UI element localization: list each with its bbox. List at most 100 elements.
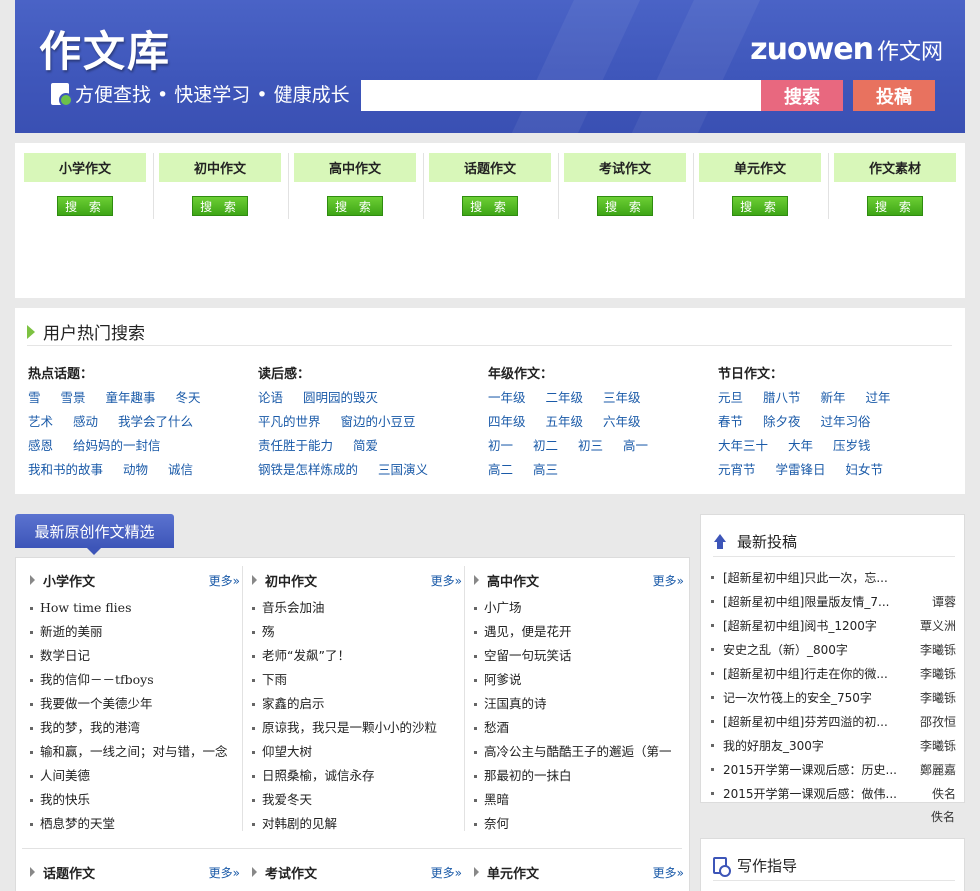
essay-link[interactable]: 输和赢，一线之间；对与错，一念 bbox=[30, 740, 240, 764]
hot-link[interactable]: 一年级 bbox=[488, 387, 526, 405]
hot-link[interactable]: 高三 bbox=[533, 459, 558, 477]
more-link[interactable]: 更多» bbox=[209, 572, 240, 589]
hot-link[interactable]: 二年级 bbox=[546, 387, 584, 405]
more-link[interactable]: 更多» bbox=[431, 572, 462, 589]
hot-link[interactable]: 窗边的小豆豆 bbox=[341, 411, 416, 429]
category-title[interactable]: 话题作文 bbox=[429, 153, 551, 182]
essay-link[interactable]: 我要做一个美德少年 bbox=[30, 692, 240, 716]
hot-link[interactable]: 责任胜于能力 bbox=[258, 435, 333, 453]
essay-link[interactable]: 那最初的一抹白 bbox=[474, 764, 684, 788]
more-link[interactable]: 更多» bbox=[653, 572, 684, 589]
category-search-button[interactable]: 搜 索 bbox=[327, 196, 383, 216]
submission-link[interactable]: [超新星初中组]行走在你的微... bbox=[723, 665, 903, 682]
submission-link[interactable]: 我的好朋友_300字 bbox=[723, 737, 903, 754]
hot-link[interactable]: 给妈妈的一封信 bbox=[73, 435, 161, 453]
hot-link[interactable]: 妇女节 bbox=[846, 459, 884, 477]
hot-link[interactable]: 论语 bbox=[258, 387, 283, 405]
submission-link[interactable]: [超新星初中组]阅书_1200字 bbox=[723, 617, 903, 634]
essay-link[interactable]: 小广场 bbox=[474, 596, 684, 620]
hot-link[interactable]: 压岁钱 bbox=[833, 435, 871, 453]
latest-essays-tab[interactable]: 最新原创作文精选 bbox=[15, 514, 174, 555]
hot-link[interactable]: 初三 bbox=[578, 435, 603, 453]
essay-link[interactable]: 原谅我，我只是一颗小小的沙粒 bbox=[252, 716, 462, 740]
hot-link[interactable]: 大年三十 bbox=[718, 435, 768, 453]
category-search-button[interactable]: 搜 索 bbox=[462, 196, 518, 216]
hot-link[interactable]: 高一 bbox=[623, 435, 648, 453]
essay-link[interactable]: 下雨 bbox=[252, 668, 462, 692]
hot-link[interactable]: 钢铁是怎样炼成的 bbox=[258, 459, 358, 477]
essay-link[interactable]: 仰望大树 bbox=[252, 740, 462, 764]
essay-link[interactable]: 老师“发飙”了！ bbox=[252, 644, 462, 668]
hot-link[interactable]: 圆明园的毁灭 bbox=[303, 387, 378, 405]
submission-link[interactable]: 2015开学第一课观后感：做伟... bbox=[723, 785, 903, 802]
category-search-button[interactable]: 搜 索 bbox=[57, 196, 113, 216]
essay-link[interactable]: 奈何 bbox=[474, 812, 684, 836]
hot-link[interactable]: 六年级 bbox=[603, 411, 641, 429]
essay-link[interactable]: 新逝的美丽 bbox=[30, 620, 240, 644]
essay-link[interactable]: 空留一句玩笑话 bbox=[474, 644, 684, 668]
essay-link[interactable]: 我的梦，我的港湾 bbox=[30, 716, 240, 740]
hot-link[interactable]: 高二 bbox=[488, 459, 513, 477]
hot-link[interactable]: 三国演义 bbox=[378, 459, 428, 477]
hot-link[interactable]: 初二 bbox=[533, 435, 558, 453]
hot-link[interactable]: 感动 bbox=[73, 411, 98, 429]
hot-link[interactable]: 春节 bbox=[718, 411, 743, 429]
site-logo[interactable]: 作文库 bbox=[39, 18, 171, 79]
essay-column-title[interactable]: 初中作文 bbox=[265, 571, 317, 590]
more-link[interactable]: 更多» bbox=[431, 864, 462, 881]
essay-link[interactable]: 高冷公主与酷酷王子的邂逅（第一 bbox=[474, 740, 684, 764]
hot-link[interactable]: 过年 bbox=[866, 387, 891, 405]
category-title[interactable]: 考试作文 bbox=[564, 153, 686, 182]
hot-link[interactable]: 艺术 bbox=[28, 411, 53, 429]
hot-link[interactable]: 大年 bbox=[788, 435, 813, 453]
hot-link[interactable]: 过年习俗 bbox=[821, 411, 871, 429]
essay-link[interactable]: 数学日记 bbox=[30, 644, 240, 668]
hot-link[interactable]: 除夕夜 bbox=[763, 411, 801, 429]
submission-link[interactable]: 2015开学第一课观后感：历史... bbox=[723, 761, 903, 778]
hot-link[interactable]: 诚信 bbox=[168, 459, 193, 477]
category-title[interactable]: 单元作文 bbox=[699, 153, 821, 182]
more-link[interactable]: 更多» bbox=[653, 864, 684, 881]
hot-link[interactable]: 四年级 bbox=[488, 411, 526, 429]
hot-link[interactable]: 学雷锋日 bbox=[776, 459, 826, 477]
category-title[interactable]: 小学作文 bbox=[24, 153, 146, 182]
essay-link[interactable]: 我的信仰－－tfboys bbox=[30, 668, 240, 692]
hot-link[interactable]: 初一 bbox=[488, 435, 513, 453]
essay-column-title[interactable]: 话题作文 bbox=[43, 863, 95, 882]
hot-link[interactable]: 三年级 bbox=[603, 387, 641, 405]
essay-link[interactable]: 家鑫的启示 bbox=[252, 692, 462, 716]
hot-link[interactable]: 我学会了什么 bbox=[118, 411, 193, 429]
search-input[interactable] bbox=[361, 80, 761, 111]
essay-link[interactable]: 汪国真的诗 bbox=[474, 692, 684, 716]
essay-column-title[interactable]: 高中作文 bbox=[487, 571, 539, 590]
hot-link[interactable]: 雪景 bbox=[61, 387, 86, 405]
category-title[interactable]: 高中作文 bbox=[294, 153, 416, 182]
essay-link[interactable]: 人间美德 bbox=[30, 764, 240, 788]
essay-link[interactable]: 音乐会加油 bbox=[252, 596, 462, 620]
hot-link[interactable]: 童年趣事 bbox=[106, 387, 156, 405]
essay-link[interactable]: 阿爹说 bbox=[474, 668, 684, 692]
submission-link[interactable]: [超新星初中组]限量版友情_7... bbox=[723, 593, 903, 610]
hot-link[interactable]: 简爱 bbox=[353, 435, 378, 453]
hot-link[interactable]: 冬天 bbox=[176, 387, 201, 405]
submission-link[interactable]: [超新星初中组]只此一次，忘... bbox=[723, 569, 903, 586]
submission-link[interactable]: 安史之乱（新）_800字 bbox=[723, 641, 903, 658]
essay-link[interactable]: 殇 bbox=[252, 620, 462, 644]
essay-link[interactable]: How time flies bbox=[30, 596, 240, 620]
hot-link[interactable]: 我和书的故事 bbox=[28, 459, 103, 477]
category-search-button[interactable]: 搜 索 bbox=[192, 196, 248, 216]
submit-article-button[interactable]: 投稿 bbox=[853, 80, 935, 111]
more-link[interactable]: 更多» bbox=[209, 864, 240, 881]
essay-link[interactable]: 对韩剧的见解 bbox=[252, 812, 462, 836]
essay-link[interactable]: 黑暗 bbox=[474, 788, 684, 812]
hot-link[interactable]: 感恩 bbox=[28, 435, 53, 453]
submission-link[interactable]: [超新星初中组]芬芳四溢的初... bbox=[723, 713, 903, 730]
category-title[interactable]: 初中作文 bbox=[159, 153, 281, 182]
essay-link[interactable]: 我的快乐 bbox=[30, 788, 240, 812]
search-button[interactable]: 搜索 bbox=[761, 80, 843, 111]
essay-link[interactable]: 日照桑榆，诚信永存 bbox=[252, 764, 462, 788]
essay-link[interactable]: 栖息梦的天堂 bbox=[30, 812, 240, 836]
hot-link[interactable]: 元旦 bbox=[718, 387, 743, 405]
hot-link[interactable]: 五年级 bbox=[546, 411, 584, 429]
hot-link[interactable]: 平凡的世界 bbox=[258, 411, 321, 429]
